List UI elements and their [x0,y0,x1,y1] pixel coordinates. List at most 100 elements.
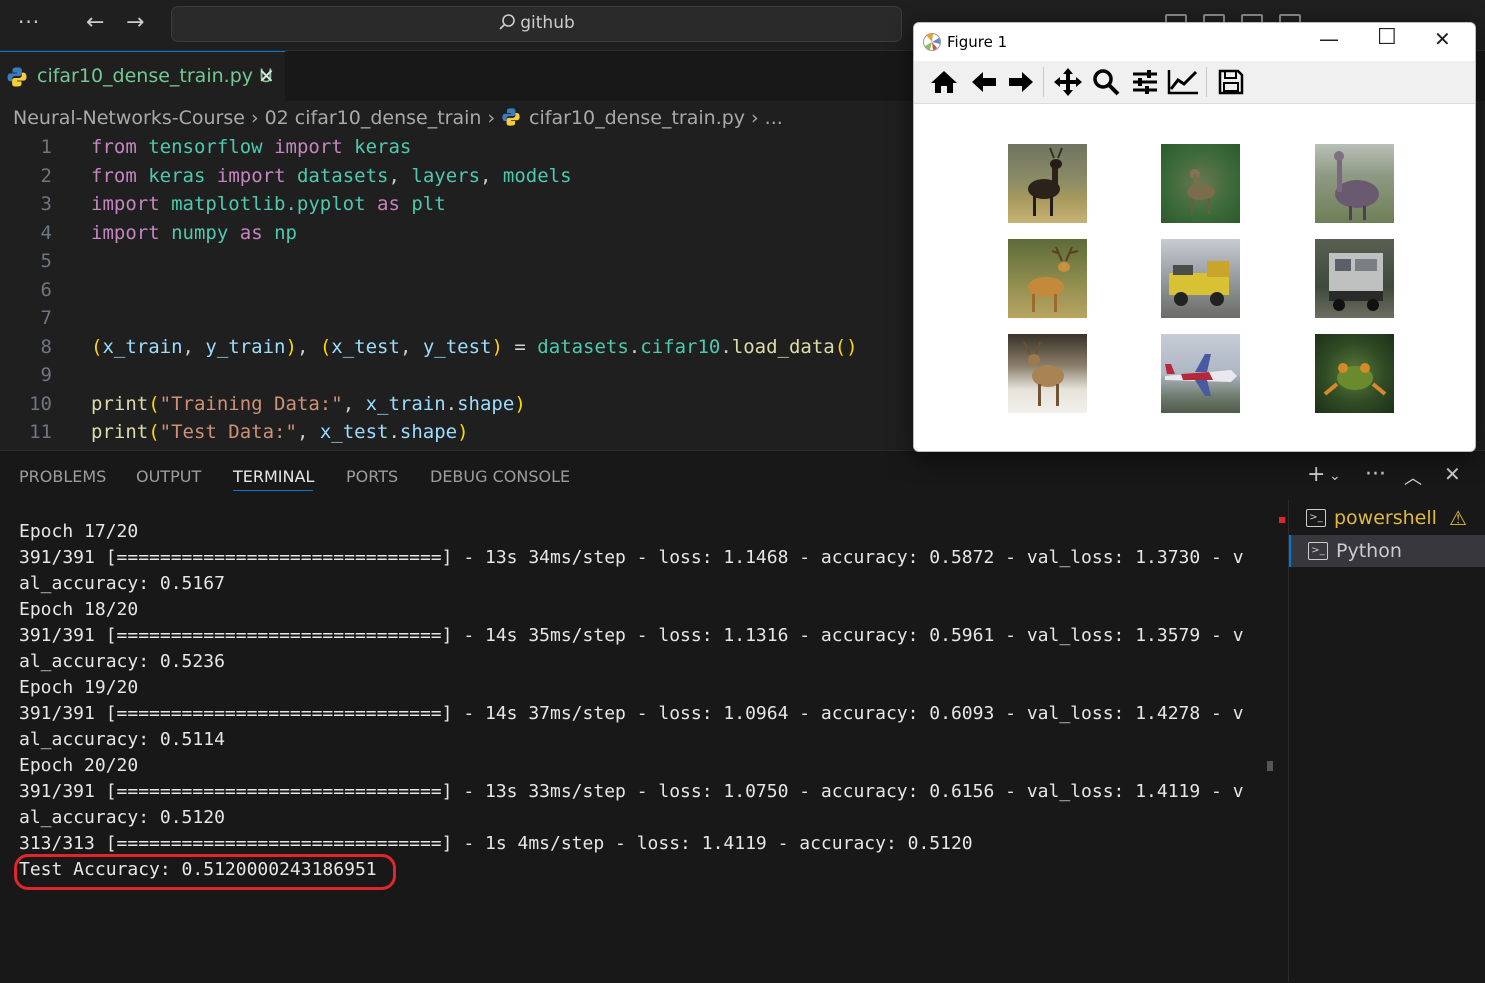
forward-icon[interactable] [1004,65,1038,99]
minimize-icon[interactable]: — [1319,27,1339,51]
active-tab-indicator [233,490,313,491]
code-text: import numpy as np [91,222,297,244]
terminal-item-powershell[interactable]: >_ powershell ⚠ [1289,502,1485,534]
chevron-down-icon[interactable]: ⌄ [1329,468,1341,484]
cifar-image-airplane [1161,334,1240,413]
line-number: 6 [40,279,52,301]
tab-ports[interactable]: PORTS [346,467,398,486]
pan-icon[interactable] [1051,65,1085,99]
cifar-image-deer [1008,334,1087,413]
tab-problems[interactable]: PROBLEMS [19,467,106,486]
terminal-line: 391/391 [==============================]… [19,625,1244,646]
code-text: print("Training Data:", x_train.shape) [91,393,526,415]
terminal-icon: >_ [1306,509,1326,527]
code-text: (x_train, y_train), (x_test, y_test) = d… [91,336,858,358]
terminal-line: Epoch 19/20 [19,677,139,698]
code-text: print("Test Data:", x_test.shape) [91,421,469,443]
breadcrumb-item[interactable]: cifar10_dense_train.py [529,107,745,129]
terminal-item-python[interactable]: >_ Python [1289,535,1485,567]
cifar-image-deer [1161,144,1240,223]
line-number: 2 [40,165,52,187]
tab-output[interactable]: OUTPUT [136,467,201,486]
figure-canvas[interactable] [914,104,1475,451]
zoom-icon[interactable] [1089,65,1123,99]
line-number: 9 [40,364,52,386]
arrow-left-icon[interactable]: ← [86,10,104,35]
figure-window[interactable]: Figure 1 — ☐ ✕ [913,22,1476,452]
python-file-icon [502,108,520,126]
new-terminal-icon[interactable]: + [1307,462,1325,487]
terminal-line: Epoch 18/20 [19,599,139,620]
cifar-image-frog [1315,334,1394,413]
cifar-image-deer [1008,144,1087,223]
cifar-image-bird [1315,144,1394,223]
cifar-image-deer [1008,239,1087,318]
warning-icon: ⚠ [1449,506,1467,530]
command-center-search[interactable]: github [171,6,902,42]
more-icon[interactable]: ··· [18,10,40,34]
tab-debug-console[interactable]: DEBUG CONSOLE [430,467,570,486]
breadcrumb-item[interactable]: Neural-Networks-Course [13,107,245,129]
figure-toolbar [914,61,1475,104]
back-icon[interactable] [967,65,1001,99]
line-number: 4 [40,222,52,244]
terminal-line: al_accuracy: 0.5236 [19,651,225,672]
breadcrumb-item[interactable]: 02 cifar10_dense_train [265,107,482,129]
configure-subplots-icon[interactable] [1128,65,1162,99]
close-icon[interactable]: ✕ [1434,27,1451,51]
code-text: from keras import datasets, layers, mode… [91,165,572,187]
chevron-right-icon: › [751,107,759,129]
edit-axis-icon[interactable] [1166,65,1200,99]
more-actions-icon[interactable]: ··· [1365,462,1386,487]
error-marker [1279,517,1285,523]
close-panel-icon[interactable]: ✕ [1444,462,1461,486]
line-number: 11 [29,421,52,443]
python-file-icon [7,67,27,87]
tab-terminal[interactable]: TERMINAL [233,467,314,486]
terminal-line: al_accuracy: 0.5114 [19,729,225,750]
toolbar-separator [1043,67,1044,97]
chevron-right-icon: › [487,107,496,129]
search-text: github [520,13,575,33]
chevron-right-icon: › [250,107,259,129]
terminal-line: Epoch 20/20 [19,755,139,776]
home-icon[interactable] [927,65,961,99]
breadcrumb: Neural-Networks-Course › 02 cifar10_dense_… [13,107,783,129]
code-text: import matplotlib.pyplot as plt [91,193,446,215]
terminal-line: 391/391 [==============================]… [19,781,1244,802]
editor-tab-label[interactable]: cifar10_dense_train.py U [37,65,273,87]
terminal-output[interactable]: Epoch 17/20 391/391 [===================… [19,518,1269,978]
terminal-line: Epoch 17/20 [19,521,139,542]
line-number: 3 [40,193,52,215]
terminal-list: >_ powershell ⚠ >_ Python [1288,500,1485,982]
line-number: 5 [40,250,52,272]
terminal-icon: >_ [1308,542,1328,560]
close-tab-icon[interactable]: ✕ [258,64,275,88]
terminal-line: 313/313 [==============================]… [19,833,973,854]
breadcrumb-item[interactable]: ... [765,107,783,129]
arrow-right-icon[interactable]: → [126,10,144,35]
search-icon [499,14,516,30]
terminal-label: Python [1336,540,1402,562]
terminal-line: al_accuracy: 0.5167 [19,573,225,594]
maximize-panel-icon[interactable]: ︿ [1404,464,1422,490]
terminal-label: powershell [1334,507,1437,529]
figure-titlebar[interactable]: Figure 1 — ☐ ✕ [914,23,1475,61]
line-number: 7 [40,307,52,329]
maximize-icon[interactable]: ☐ [1377,25,1397,50]
cifar-image-truck [1315,239,1394,318]
figure-title: Figure 1 [947,33,1008,51]
matplotlib-logo-icon [923,33,941,51]
code-text: from tensorflow import keras [91,136,412,158]
cifar-image-truck [1161,239,1240,318]
line-number: 10 [29,393,52,415]
line-number: 1 [40,136,52,158]
line-number: 8 [40,336,52,358]
save-icon[interactable] [1214,65,1248,99]
terminal-line: al_accuracy: 0.5120 [19,807,225,828]
terminal-line: 391/391 [==============================]… [19,703,1244,724]
scrollbar-thumb[interactable] [1267,761,1273,771]
terminal-line: 391/391 [==============================]… [19,547,1244,568]
toolbar-separator [1206,67,1207,97]
highlight-annotation [14,854,396,890]
